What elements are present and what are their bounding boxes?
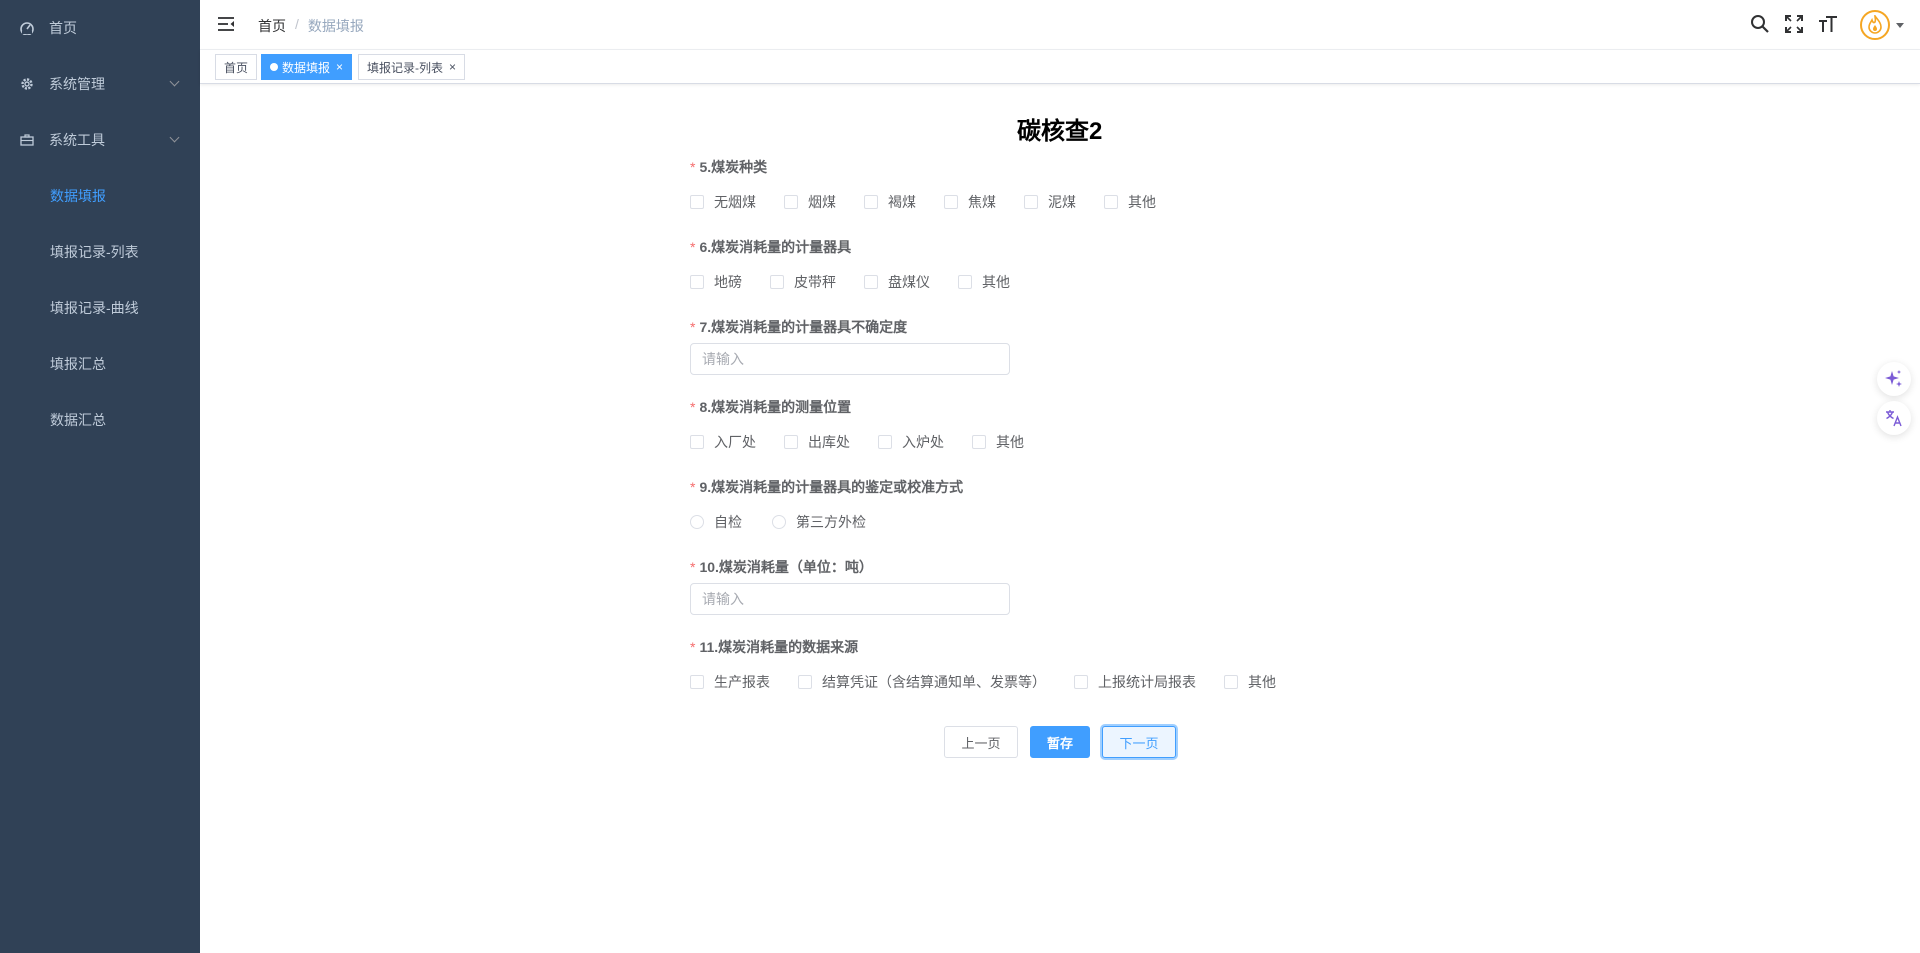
sidebar-item-data-fill[interactable]: 数据填报 bbox=[0, 168, 200, 224]
active-dot-icon bbox=[270, 63, 278, 71]
sidebar-item-fill-summary[interactable]: 填报汇总 bbox=[0, 336, 200, 392]
question-label-5: * 5.煤炭种类 bbox=[690, 159, 768, 175]
tag-home[interactable]: 首页 bbox=[215, 54, 258, 80]
sidebar-item-label: 首页 bbox=[49, 20, 77, 36]
sidebar-item-label: 填报记录-曲线 bbox=[50, 300, 139, 316]
checkbox-warehouse-exit[interactable]: 出库处 bbox=[784, 432, 850, 452]
checkbox-settlement-voucher[interactable]: 结算凭证（含结算通知单、发票等） bbox=[798, 672, 1046, 692]
chevron-down-icon bbox=[169, 76, 180, 87]
sidebar-item-label: 数据汇总 bbox=[50, 412, 106, 428]
checkbox-bituminous[interactable]: 烟煤 bbox=[784, 192, 836, 212]
form-title: 碳核查2 bbox=[1017, 118, 1103, 145]
checkbox-stats-bureau-report[interactable]: 上报统计局报表 bbox=[1074, 672, 1196, 692]
close-icon[interactable]: × bbox=[449, 61, 456, 73]
next-page-button[interactable]: 下一页 bbox=[1102, 726, 1176, 758]
sidebar-item-home[interactable]: 首页 bbox=[0, 0, 200, 56]
tag-record-list[interactable]: 填报记录-列表 × bbox=[358, 54, 466, 80]
fullscreen-icon[interactable] bbox=[1784, 14, 1804, 34]
tag-label: 首页 bbox=[224, 60, 249, 75]
question-label-8: * 8.煤炭消耗量的测量位置 bbox=[690, 399, 852, 415]
sidebar-item-label: 系统工具 bbox=[49, 132, 105, 148]
chevron-down-icon[interactable] bbox=[1896, 23, 1904, 28]
sidebar-item-record-list[interactable]: 填报记录-列表 bbox=[0, 224, 200, 280]
checkbox-other-source[interactable]: 其他 bbox=[1224, 672, 1276, 692]
font-size-icon[interactable] bbox=[1818, 14, 1838, 34]
checkbox-coal-meter[interactable]: 盘煤仪 bbox=[864, 272, 930, 292]
checkbox-peat[interactable]: 泥煤 bbox=[1024, 192, 1076, 212]
sidebar-item-label: 系统管理 bbox=[49, 76, 105, 92]
sparkle-icon[interactable] bbox=[1877, 362, 1911, 396]
breadcrumb-home[interactable]: 首页 bbox=[258, 16, 286, 36]
sidebar-item-label: 填报汇总 bbox=[50, 356, 106, 372]
consumption-input[interactable] bbox=[690, 583, 1010, 615]
question-label-9: * 9.煤炭消耗量的计量器具的鉴定或校准方式 bbox=[690, 479, 964, 495]
toolbox-icon bbox=[20, 133, 34, 147]
checkbox-other-location[interactable]: 其他 bbox=[972, 432, 1024, 452]
checkbox-belt-scale[interactable]: 皮带秤 bbox=[770, 272, 836, 292]
breadcrumb-current: 数据填报 bbox=[307, 18, 364, 34]
tag-label: 数据填报 bbox=[282, 60, 331, 75]
checkbox-weighbridge[interactable]: 地磅 bbox=[690, 272, 742, 292]
radio-third-party-check[interactable]: 第三方外检 bbox=[772, 512, 866, 532]
prev-page-button[interactable]: 上一页 bbox=[944, 726, 1018, 758]
hamburger-menu-icon[interactable] bbox=[217, 15, 235, 33]
save-draft-button[interactable]: 暂存 bbox=[1030, 726, 1090, 758]
checkbox-lignite[interactable]: 褐煤 bbox=[864, 192, 916, 212]
dashboard-icon bbox=[20, 21, 34, 35]
tag-label: 填报记录-列表 bbox=[367, 60, 443, 75]
sidebar-item-system-tools[interactable]: 系统工具 bbox=[0, 112, 200, 168]
tags-view: 首页 数据填报 × 填报记录-列表 × bbox=[200, 50, 1920, 84]
checkbox-production-report[interactable]: 生产报表 bbox=[690, 672, 770, 692]
checkbox-furnace-entry[interactable]: 入炉处 bbox=[878, 432, 944, 452]
sidebar-item-label: 填报记录-列表 bbox=[50, 244, 139, 260]
flame-logo-icon[interactable] bbox=[1860, 10, 1890, 40]
sidebar-item-record-curve[interactable]: 填报记录-曲线 bbox=[0, 280, 200, 336]
uncertainty-input[interactable] bbox=[690, 343, 1010, 375]
breadcrumb-separator: / bbox=[295, 16, 299, 32]
checkbox-other-meter[interactable]: 其他 bbox=[958, 272, 1010, 292]
close-icon[interactable]: × bbox=[336, 61, 343, 73]
radio-self-check[interactable]: 自检 bbox=[690, 512, 742, 532]
chevron-down-icon bbox=[169, 132, 180, 143]
question-label-6: * 6.煤炭消耗量的计量器具 bbox=[690, 239, 852, 255]
gear-icon bbox=[20, 77, 34, 91]
navbar: 首页 / 数据填报 bbox=[200, 0, 1920, 50]
checkbox-coking-coal[interactable]: 焦煤 bbox=[944, 192, 996, 212]
sidebar-item-label: 数据填报 bbox=[50, 188, 106, 204]
sidebar: 首页 系统管理 系统工具 数据填报 填报记录-列表 填报记录-曲线 填报汇总 数… bbox=[0, 0, 200, 953]
question-label-7: * 7.煤炭消耗量的计量器具不确定度 bbox=[690, 319, 908, 335]
checkbox-factory-entry[interactable]: 入厂处 bbox=[690, 432, 756, 452]
checkbox-anthracite[interactable]: 无烟煤 bbox=[690, 192, 756, 212]
question-label-10: * 10.煤炭消耗量（单位：吨） bbox=[690, 559, 873, 575]
question-label-11: * 11.煤炭消耗量的数据来源 bbox=[690, 639, 859, 655]
breadcrumb: 首页 / 数据填报 bbox=[258, 16, 364, 36]
sidebar-item-data-summary[interactable]: 数据汇总 bbox=[0, 392, 200, 448]
search-icon[interactable] bbox=[1750, 14, 1770, 34]
translate-icon[interactable] bbox=[1877, 401, 1911, 435]
sidebar-item-system-management[interactable]: 系统管理 bbox=[0, 56, 200, 112]
checkbox-other-coal[interactable]: 其他 bbox=[1104, 192, 1156, 212]
tag-data-fill[interactable]: 数据填报 × bbox=[261, 54, 353, 80]
